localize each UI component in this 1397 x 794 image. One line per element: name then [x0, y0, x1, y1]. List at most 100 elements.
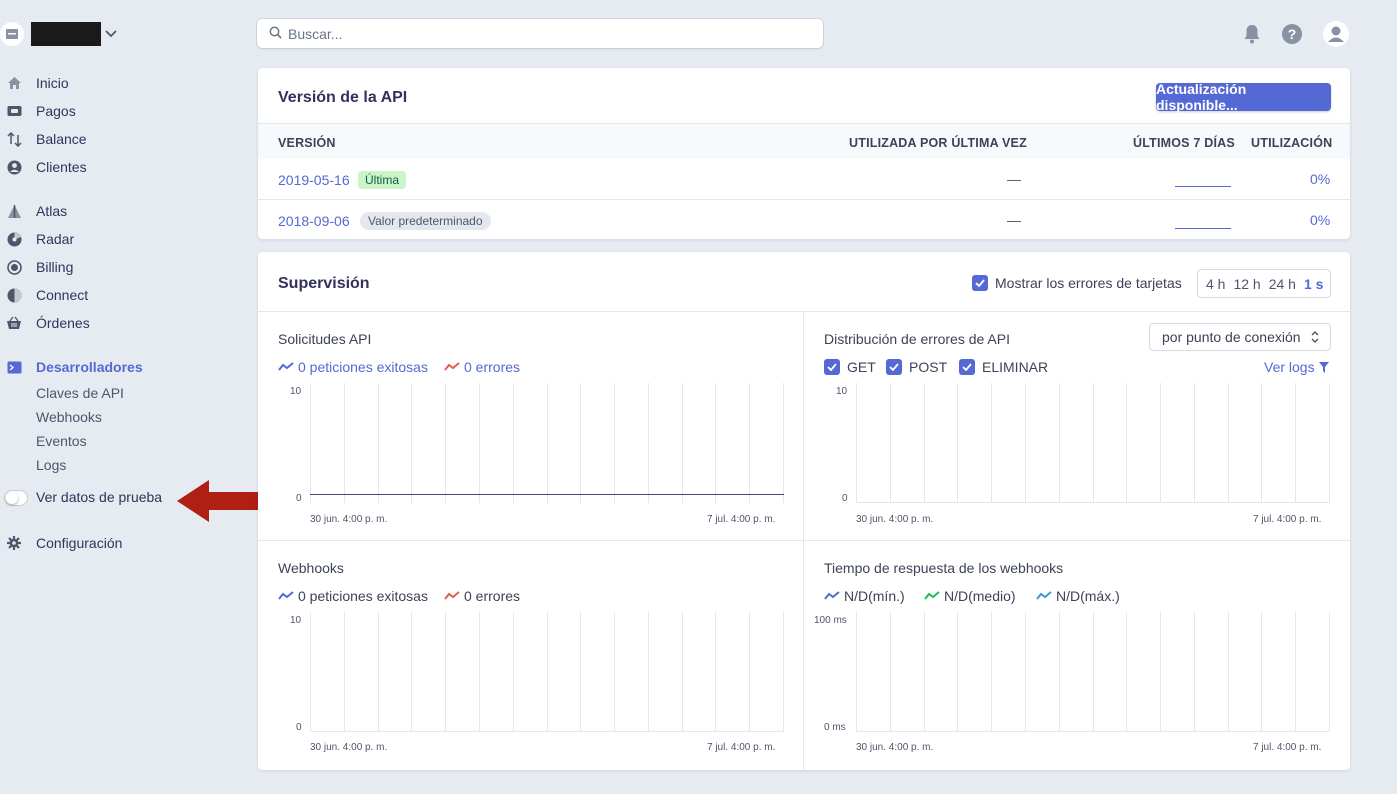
gear-icon	[6, 535, 22, 551]
version-link[interactable]: 2019-05-16	[278, 172, 350, 188]
show-card-errors-label: Mostrar los errores de tarjetas	[995, 275, 1182, 291]
monitoring-card: Supervisión Mostrar los errores de tarje…	[258, 252, 1350, 770]
range-12h[interactable]: 12 h	[1229, 276, 1264, 292]
nav-atlas[interactable]: Atlas	[0, 199, 67, 223]
balance-icon	[6, 131, 22, 147]
nav-logs[interactable]: Logs	[36, 455, 66, 475]
bell-icon[interactable]	[1241, 22, 1263, 46]
sparkline	[1175, 186, 1231, 187]
basket-icon	[6, 315, 22, 331]
range-1s[interactable]: 1 s	[1300, 276, 1327, 292]
nav-connect[interactable]: Connect	[0, 283, 88, 307]
help-icon[interactable]: ?	[1281, 22, 1303, 46]
nav-claves-api[interactable]: Claves de API	[36, 383, 124, 403]
api-table-header: VERSIÓN UTILIZADA POR ÚLTIMA VEZ ÚLTIMOS…	[258, 123, 1350, 159]
filter-delete[interactable]: ELIMINAR	[959, 359, 1048, 375]
col-version: VERSIÓN	[278, 136, 336, 150]
status-badge: Valor predeterminado	[360, 212, 491, 230]
billing-icon	[6, 259, 22, 275]
radar-icon	[6, 231, 22, 247]
nav-pagos[interactable]: Pagos	[0, 99, 76, 123]
range-24h[interactable]: 24 h	[1265, 276, 1300, 292]
webhooks-title: Webhooks	[278, 560, 344, 576]
y-axis-max: 10	[836, 386, 848, 397]
legend-success[interactable]: 0 peticiones exitosas	[278, 359, 428, 375]
terminal-icon	[6, 359, 22, 375]
filter-post[interactable]: POST	[886, 359, 947, 375]
version-link[interactable]: 2018-09-06	[278, 213, 350, 229]
col-last-used: UTILIZADA POR ÚLTIMA VEZ	[849, 136, 1027, 150]
y-axis-max: 100 ms	[814, 615, 847, 626]
account-name-redacted	[31, 22, 101, 46]
x-axis-start: 30 jun. 4:00 p. m.	[856, 514, 934, 525]
divider	[258, 311, 1350, 312]
store-icon	[0, 22, 24, 46]
select-arrows-icon	[1311, 331, 1319, 343]
trend-line-icon	[924, 591, 940, 600]
x-axis-start: 30 jun. 4:00 p. m.	[310, 514, 388, 525]
view-logs-link[interactable]: Ver logs	[1264, 359, 1329, 375]
search-icon	[269, 26, 282, 42]
chart-grid-svg	[856, 612, 1330, 732]
chevron-down-icon	[104, 26, 118, 42]
api-card-title: Versión de la API	[278, 89, 408, 106]
chart-grid-svg	[856, 383, 1330, 503]
check-icon	[975, 279, 985, 287]
table-row[interactable]: 2018-09-06 Valor predeterminado — 0%	[258, 200, 1350, 239]
trend-line-icon	[1036, 591, 1052, 600]
filter-icon	[1318, 361, 1329, 373]
time-range-selector: 4 h 12 h 24 h 1 s	[1197, 269, 1331, 298]
nav-balance[interactable]: Balance	[0, 127, 87, 151]
y-axis-max: 10	[290, 386, 302, 397]
legend-errors[interactable]: 0 errores	[444, 588, 520, 604]
account-switcher[interactable]	[0, 22, 118, 46]
test-data-toggle[interactable]	[4, 490, 28, 506]
nav-desarrolladores[interactable]: Desarrolladores	[0, 355, 143, 379]
update-available-button[interactable]: Actualización disponible...	[1156, 81, 1331, 113]
filter-get[interactable]: GET	[824, 359, 876, 375]
api-errors-title: Distribución de errores de API	[824, 331, 1010, 347]
nav-eventos[interactable]: Eventos	[36, 431, 87, 451]
checkbox[interactable]	[886, 359, 902, 375]
table-row[interactable]: 2019-05-16 Última — 0%	[258, 159, 1350, 200]
legend-success[interactable]: 0 peticiones exitosas	[278, 588, 428, 604]
search-bar[interactable]	[257, 19, 823, 48]
x-axis-start: 30 jun. 4:00 p. m.	[856, 742, 934, 753]
connect-icon	[6, 287, 22, 303]
legend-max[interactable]: N/D(máx.)	[1036, 588, 1120, 604]
webhook-latency-chart	[856, 612, 1330, 732]
nav-ordenes[interactable]: Órdenes	[0, 311, 90, 335]
legend-avg[interactable]: N/D(medio)	[924, 588, 1016, 604]
nav-inicio[interactable]: Inicio	[0, 71, 69, 95]
show-card-errors-checkbox[interactable]	[972, 275, 988, 291]
api-requests-chart	[310, 383, 784, 503]
search-input[interactable]	[288, 25, 788, 42]
x-axis-end: 7 jul. 4:00 p. m.	[1253, 742, 1322, 753]
range-4h[interactable]: 4 h	[1202, 276, 1229, 292]
user-avatar-icon[interactable]	[1322, 20, 1350, 48]
nav-clientes[interactable]: Clientes	[0, 155, 87, 179]
api-errors-chart	[856, 383, 1330, 503]
home-icon	[6, 75, 22, 91]
x-axis-end: 7 jul. 4:00 p. m.	[707, 742, 776, 753]
customers-icon	[6, 159, 22, 175]
legend-errors[interactable]: 0 errores	[444, 359, 520, 375]
nav-webhooks[interactable]: Webhooks	[36, 407, 102, 427]
trend-line-icon	[278, 591, 294, 600]
trend-line-icon	[444, 591, 460, 600]
nav-configuracion[interactable]: Configuración	[0, 531, 122, 555]
divider	[258, 540, 1350, 541]
y-axis-min: 0	[296, 493, 302, 504]
nav-billing[interactable]: Billing	[0, 255, 73, 279]
payments-icon	[6, 103, 22, 119]
y-axis-min: 0	[842, 493, 848, 504]
endpoint-select[interactable]: por punto de conexión	[1149, 323, 1331, 351]
legend-min[interactable]: N/D(mín.)	[824, 588, 905, 604]
checkbox[interactable]	[959, 359, 975, 375]
atlas-icon	[6, 203, 22, 219]
col-usage: UTILIZACIÓN	[1251, 136, 1333, 150]
nav-radar[interactable]: Radar	[0, 227, 74, 251]
checkbox[interactable]	[824, 359, 840, 375]
last-used-value: —	[1007, 212, 1021, 228]
y-axis-min: 0 ms	[824, 722, 846, 733]
